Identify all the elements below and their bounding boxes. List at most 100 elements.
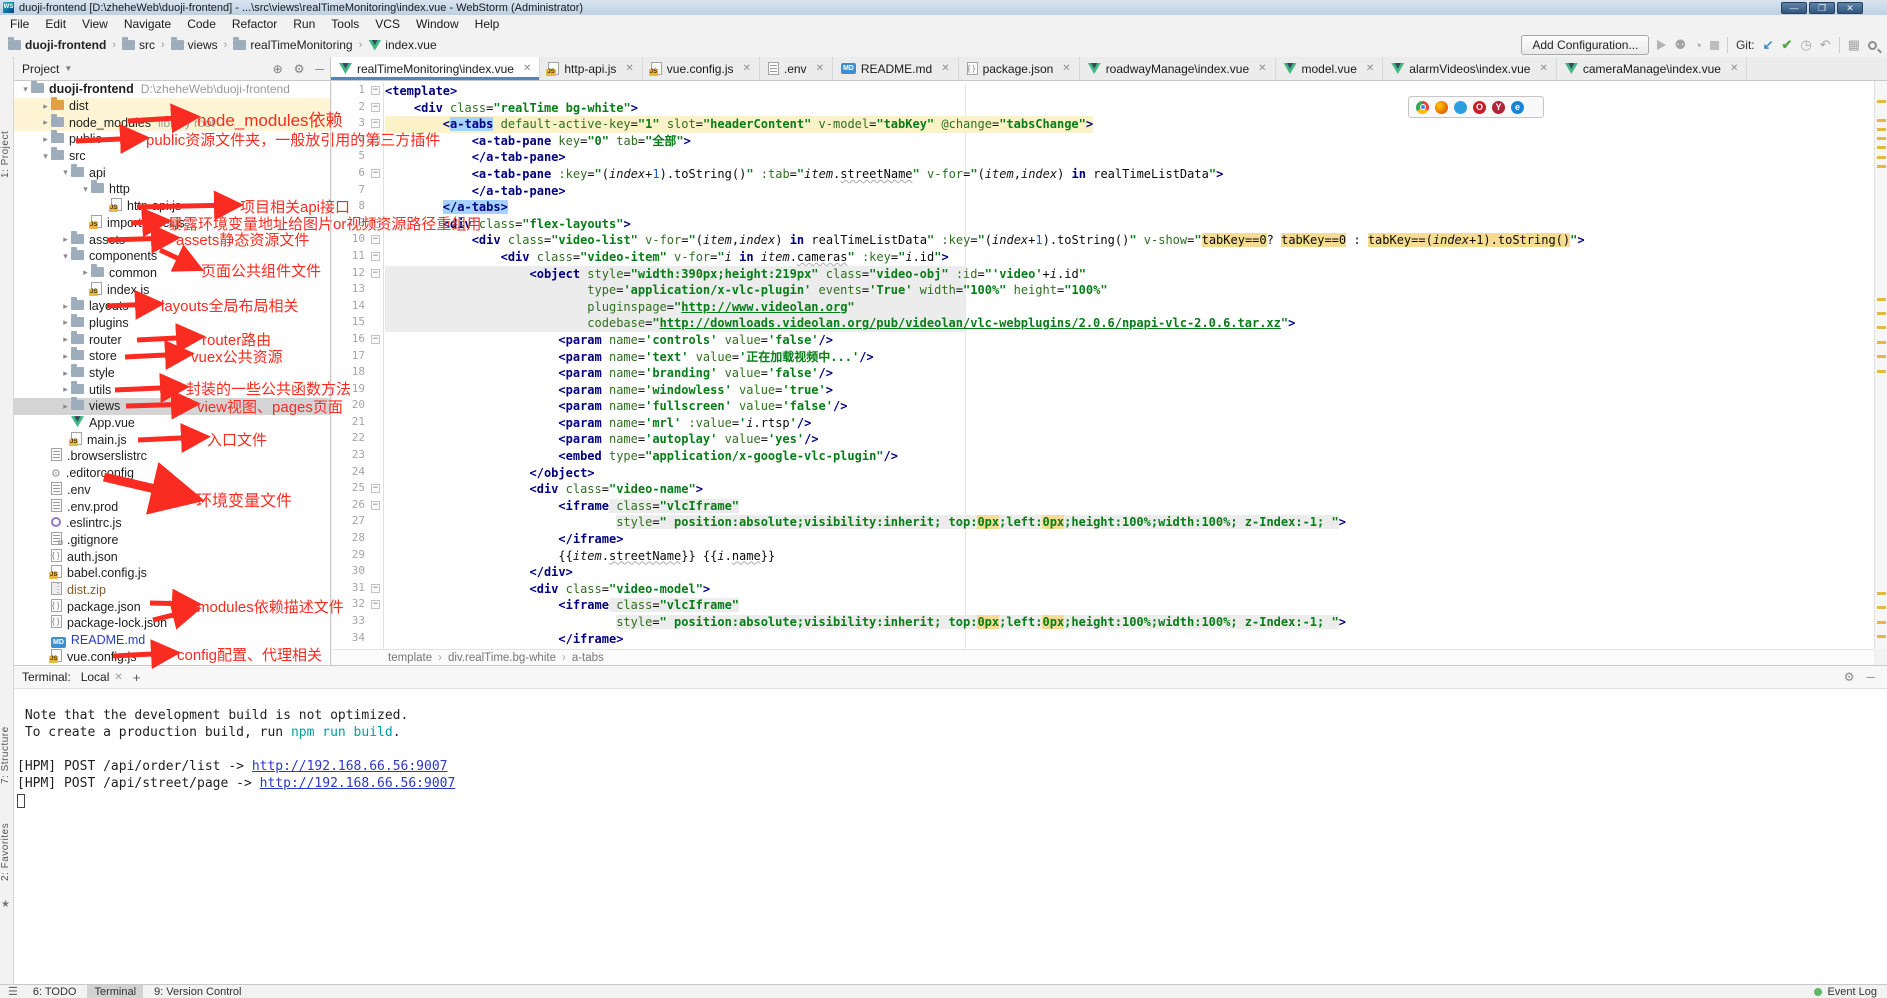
ie-browser-icon[interactable]: e [1511, 101, 1524, 114]
tree-item-api[interactable]: ▾api [14, 164, 330, 181]
close-icon[interactable]: ✕ [1730, 63, 1738, 74]
git-update-icon[interactable]: ↙ [1763, 37, 1774, 53]
fold-marker-icon[interactable]: − [371, 269, 380, 278]
code-editor[interactable]: 1−2−3−4−56−789−10−11−12−13141516−1718192… [332, 81, 1874, 649]
menu-item-view[interactable]: View [74, 16, 116, 32]
status-bar-item-9-version-control[interactable]: 9: Version Control [147, 985, 248, 998]
tree-item-utils[interactable]: ▸utils [14, 381, 330, 398]
tree-item-package-lock.json[interactable]: { }package-lock.json [14, 615, 330, 632]
chrome-browser-icon[interactable] [1416, 101, 1429, 114]
menu-item-window[interactable]: Window [408, 16, 467, 32]
chevron-collapsed-icon[interactable]: ▸ [60, 401, 71, 412]
add-configuration-button[interactable]: Add Configuration... [1521, 35, 1649, 55]
tree-item-App.vue[interactable]: App.vue [14, 415, 330, 432]
tree-item-babel.config.js[interactable]: JSbabel.config.js [14, 565, 330, 582]
menu-item-edit[interactable]: Edit [37, 16, 74, 32]
terminal-tab-local[interactable]: Local ✕ [81, 670, 123, 684]
tree-item-main.js[interactable]: JSmain.js [14, 431, 330, 448]
error-stripe-mark[interactable] [1877, 137, 1886, 140]
chevron-collapsed-icon[interactable]: ▸ [60, 234, 71, 245]
project-panel-header[interactable]: Project ▼ ⊕ ⚙ ─ [14, 57, 331, 80]
chevron-collapsed-icon[interactable]: ▸ [40, 101, 51, 112]
editor-breadcrumb-item[interactable]: template [388, 652, 432, 664]
chevron-expanded-icon[interactable]: ▾ [60, 251, 71, 262]
error-stripe-mark[interactable] [1877, 119, 1886, 122]
close-icon[interactable]: ✕ [816, 63, 824, 74]
tree-item-.editorconfig[interactable]: ⚙.editorconfig [14, 465, 330, 482]
tree-item-plugins[interactable]: ▸plugins [14, 315, 330, 332]
fold-marker-icon[interactable]: − [371, 600, 380, 609]
tree-item-assets[interactable]: ▸assets [14, 231, 330, 248]
close-icon[interactable]: ✕ [742, 63, 750, 74]
yandex-browser-icon[interactable]: Y [1492, 101, 1505, 114]
error-stripe-mark[interactable] [1877, 156, 1886, 159]
menu-item-vcs[interactable]: VCS [367, 16, 408, 32]
error-stripe[interactable] [1874, 81, 1887, 649]
menu-item-navigate[interactable]: Navigate [116, 16, 179, 32]
maximize-button[interactable]: ❐ [1809, 2, 1835, 14]
rollback-icon[interactable]: ↶ [1820, 37, 1831, 53]
chevron-down-icon[interactable]: ▼ [64, 64, 72, 73]
coverage-button-icon[interactable]: ◔ [1694, 38, 1702, 53]
breadcrumb-item-views[interactable]: views [169, 38, 220, 52]
debug-button-icon[interactable]: ⚉ [1674, 37, 1686, 53]
chevron-collapsed-icon[interactable]: ▸ [60, 301, 71, 312]
error-stripe-mark[interactable] [1877, 370, 1886, 373]
chevron-collapsed-icon[interactable]: ▸ [60, 334, 71, 345]
gear-icon[interactable]: ⚙ [294, 62, 305, 76]
fold-marker-icon[interactable]: − [371, 169, 380, 178]
tree-item-layouts[interactable]: ▸layouts [14, 298, 330, 315]
tree-item-.env[interactable]: .env [14, 482, 330, 499]
tree-item-duoji-frontend[interactable]: ▾duoji-frontendD:\zheheWeb\duoji-fronten… [14, 81, 330, 98]
menu-item-code[interactable]: Code [179, 16, 224, 32]
window-layout-icon[interactable]: ▦ [1848, 37, 1860, 53]
close-icon[interactable]: ✕ [941, 63, 949, 74]
tree-item-package.json[interactable]: { }package.json [14, 598, 330, 615]
fold-marker-icon[interactable]: − [371, 584, 380, 593]
terminal-settings-gear-icon[interactable]: ⚙ [1844, 670, 1855, 684]
collapse-all-icon[interactable]: ⊕ [273, 62, 283, 76]
close-icon[interactable]: ✕ [114, 672, 122, 683]
fold-marker-icon[interactable]: − [371, 119, 380, 128]
error-stripe-mark[interactable] [1877, 606, 1886, 609]
menu-item-run[interactable]: Run [285, 16, 323, 32]
error-stripe-mark[interactable] [1877, 165, 1886, 168]
fold-marker-icon[interactable]: − [371, 501, 380, 510]
terminal-link[interactable]: http://192.168.66.56:9007 [260, 776, 456, 791]
tree-item-src[interactable]: ▾src [14, 148, 330, 165]
editor-tab[interactable]: .env✕ [760, 57, 833, 80]
tree-item-.gitignore[interactable]: ⊘.gitignore [14, 532, 330, 549]
error-stripe-mark[interactable] [1877, 341, 1886, 344]
close-icon[interactable]: ✕ [1366, 63, 1374, 74]
tree-item-index.js[interactable]: JSindex.js [14, 281, 330, 298]
chevron-collapsed-icon[interactable]: ▸ [40, 134, 51, 145]
terminal-link[interactable]: http://192.168.66.56:9007 [252, 759, 448, 774]
chevron-expanded-icon[interactable]: ▾ [60, 167, 71, 178]
tool-window-button-structure[interactable]: 7: Structure [0, 717, 14, 793]
editor-breadcrumb-item[interactable]: a-tabs [572, 652, 604, 664]
tree-item-.browserslistrc[interactable]: .browserslistrc [14, 448, 330, 465]
editor-tab[interactable]: JSvue.config.js✕ [643, 57, 760, 80]
chevron-collapsed-icon[interactable]: ▸ [40, 117, 51, 128]
error-stripe-mark[interactable] [1877, 146, 1886, 149]
tree-item-vue.config.js[interactable]: JSvue.config.js [14, 648, 330, 665]
run-button-icon[interactable] [1657, 40, 1666, 50]
new-terminal-session-button[interactable]: + [133, 670, 141, 685]
fold-marker-icon[interactable]: − [371, 252, 380, 261]
close-icon[interactable]: ✕ [523, 63, 531, 74]
tree-item-store[interactable]: ▸store [14, 348, 330, 365]
error-stripe-mark[interactable] [1877, 592, 1886, 595]
history-icon[interactable]: ◷ [1800, 37, 1811, 53]
close-icon[interactable]: ✕ [1062, 63, 1070, 74]
star-icon[interactable]: ★ [1, 899, 10, 910]
menu-item-tools[interactable]: Tools [323, 16, 367, 32]
terminal-hide-icon[interactable]: ─ [1866, 670, 1875, 684]
editor-tab[interactable]: cameraManage\index.vue✕ [1557, 57, 1747, 80]
error-stripe-mark[interactable] [1877, 326, 1886, 329]
tree-item-dist[interactable]: ▸dist [14, 98, 330, 115]
search-everywhere-icon[interactable] [1868, 41, 1877, 50]
tree-item-node_modules[interactable]: ▸node_moduleslibrary root [14, 114, 330, 131]
minimize-button[interactable]: — [1781, 2, 1807, 14]
breadcrumb-item-src[interactable]: src [120, 38, 157, 52]
error-stripe-mark[interactable] [1877, 100, 1886, 103]
